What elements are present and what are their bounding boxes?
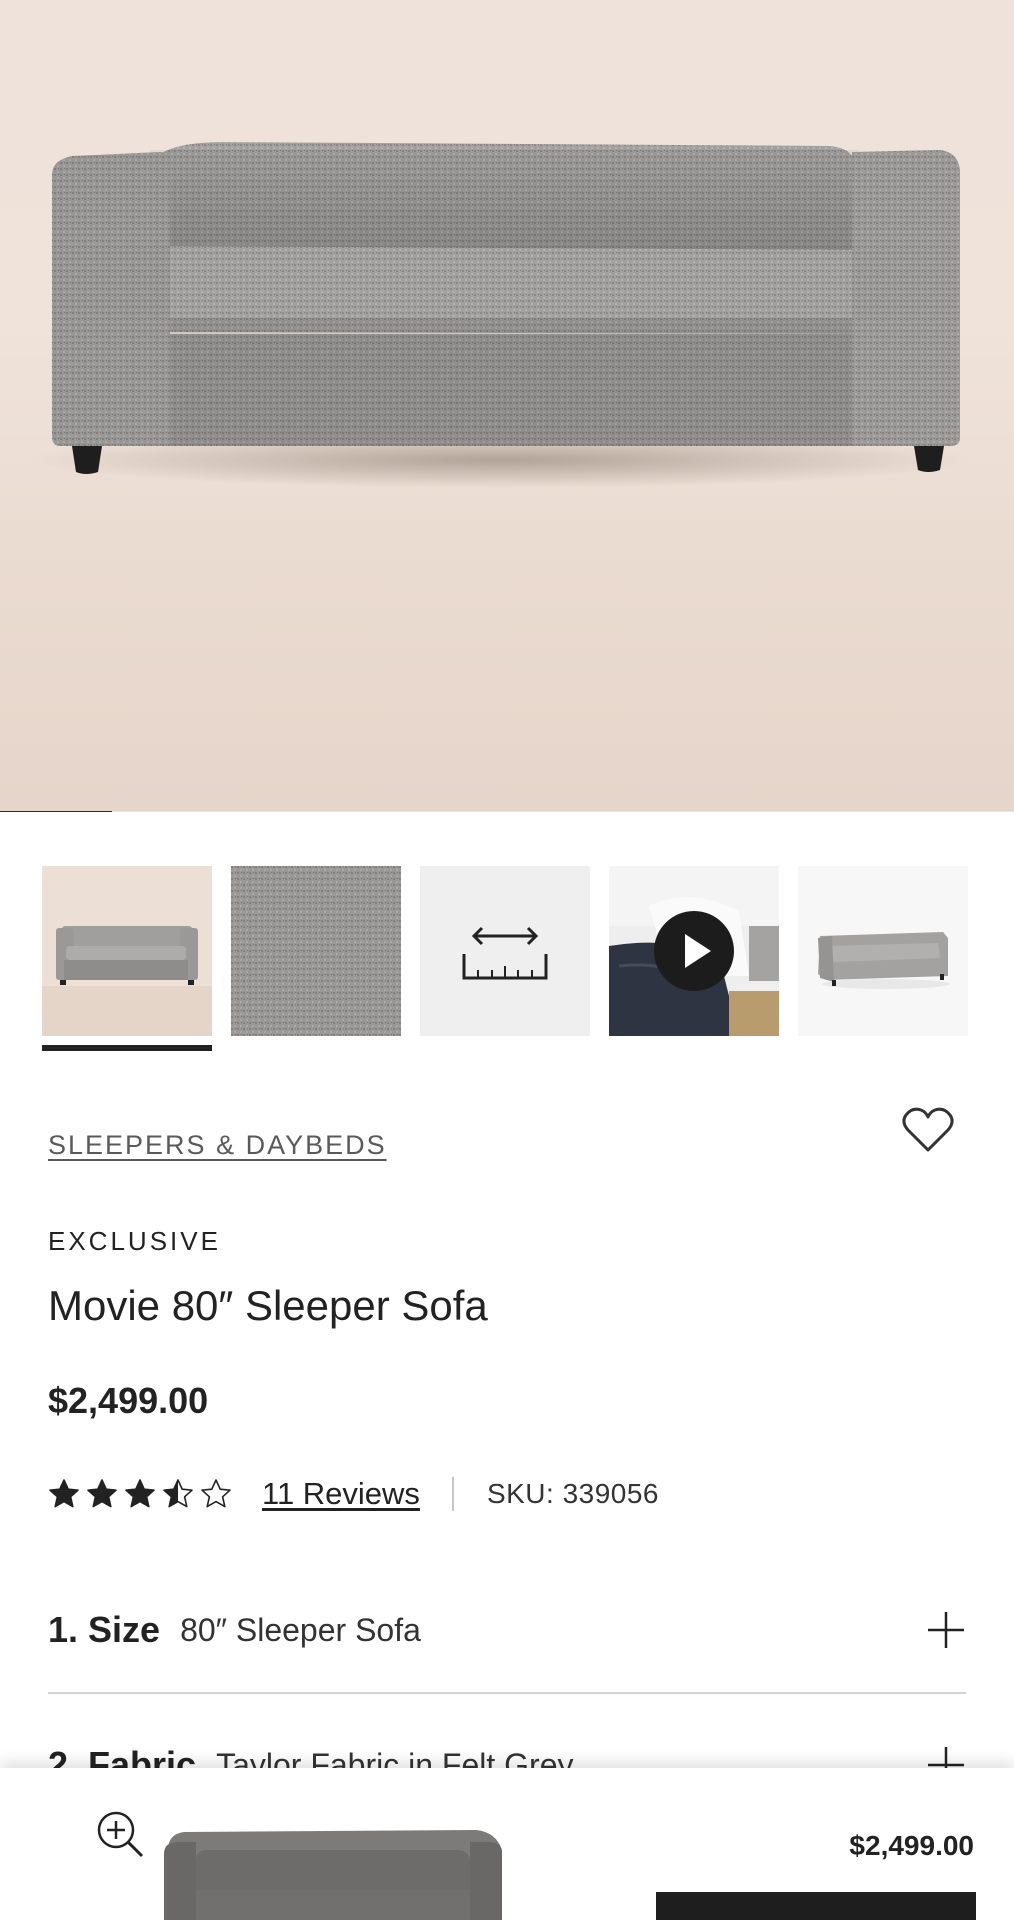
thumbnail-sofa-angle[interactable] (798, 866, 968, 1036)
sticky-price: $2,499.00 (849, 1830, 974, 1861)
hero-product-image[interactable] (0, 0, 1014, 812)
sticky-product-image (164, 1830, 502, 1920)
sku-text: SKU: 339056 (486, 1478, 660, 1509)
gallery-progress-track (0, 811, 1014, 812)
option-size[interactable]: 1. Size 80″ Sleeper Sofa (48, 1605, 966, 1655)
gallery-progress-fill (0, 811, 112, 812)
star-empty-icon (201, 1479, 231, 1508)
sticky-add-to-cart-bar: $2,499.00 (0, 1768, 1014, 1920)
thumbnail-fabric-swatch[interactable] (231, 866, 401, 1036)
star-rating[interactable] (48, 1478, 232, 1510)
divider (451, 1477, 454, 1511)
reviews-link[interactable]: 11 Reviews (262, 1476, 420, 1512)
product-title: Movie 80″ Sleeper Sofa (48, 1282, 488, 1329)
thumbnail-sofa-front[interactable] (42, 866, 212, 1036)
star-full-icon (125, 1479, 155, 1508)
add-to-cart-button[interactable] (656, 1892, 976, 1920)
heart-icon[interactable] (902, 1106, 954, 1154)
product-price: $2,499.00 (48, 1380, 209, 1421)
category-link[interactable]: SLEEPERS & DAYBEDS (48, 1130, 387, 1161)
option-step-label: 1. Size (48, 1609, 161, 1650)
zoom-in-icon[interactable] (94, 1808, 146, 1860)
exclusive-badge: EXCLUSIVE (48, 1226, 221, 1256)
option-divider (48, 1692, 966, 1694)
thumbnail-dimensions[interactable] (420, 866, 590, 1036)
star-half-icon (163, 1479, 193, 1508)
sofa-illustration (30, 142, 970, 488)
thumbnail-video[interactable] (609, 866, 779, 1036)
star-full-icon (49, 1479, 79, 1508)
plus-icon[interactable] (926, 1610, 966, 1650)
thumbnail-selected-indicator (42, 1045, 212, 1051)
ruler-icon (420, 866, 590, 1036)
rating-row: 11 Reviews SKU: 339056 (48, 1474, 659, 1514)
option-value: 80″ Sleeper Sofa (180, 1611, 421, 1648)
play-icon[interactable] (654, 911, 734, 991)
thumbnail-strip (42, 866, 968, 1036)
star-full-icon (87, 1479, 117, 1508)
